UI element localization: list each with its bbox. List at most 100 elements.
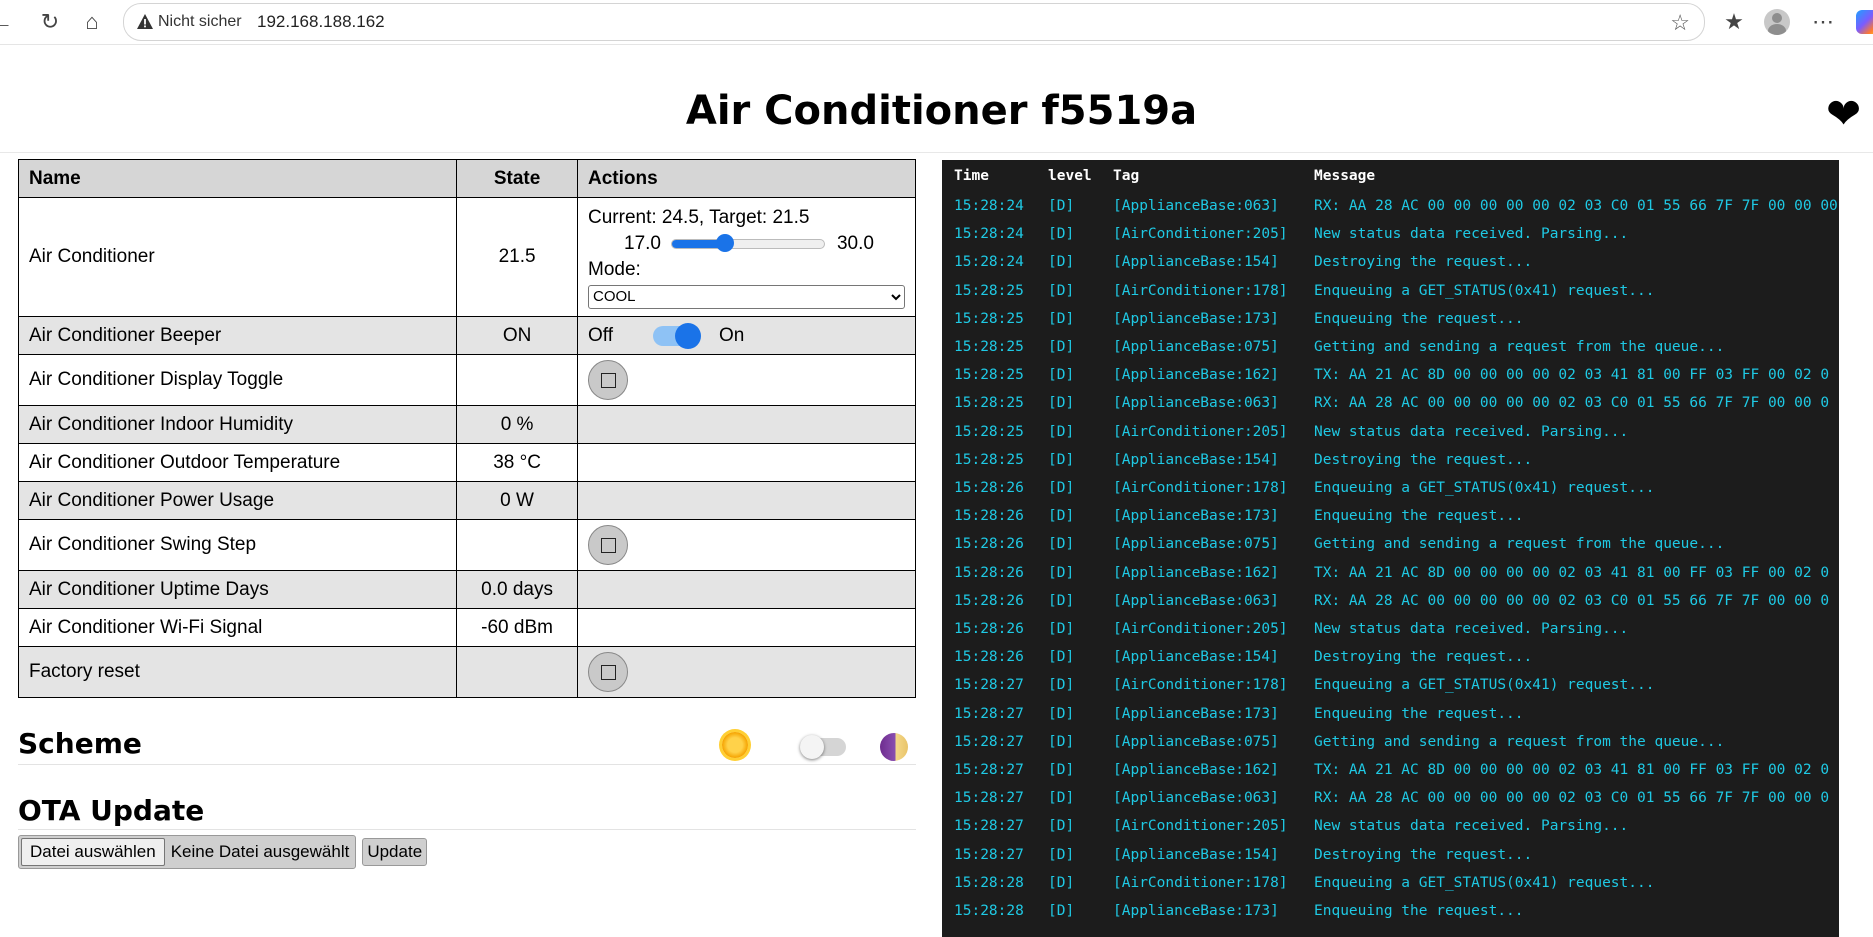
log-time: 15:28:25 [954,367,1024,384]
log-level: [D] [1048,649,1075,666]
log-level: [D] [1048,395,1075,412]
log-tag: [ApplianceBase:154] [1113,254,1279,271]
log-level: [D] [1048,564,1075,581]
swing-actions [577,519,916,571]
entity-table: Name State Actions Air Conditioner 21.5 … [17,159,916,698]
log-row: 15:28:25 [D] [AirConditioner:205] New statu… [942,424,1839,452]
log-time: 15:28:24 [954,254,1024,271]
scheme-heading: Scheme [18,727,142,760]
entity-state [456,354,578,406]
log-level: [D] [1048,705,1075,722]
log-tag: [ApplianceBase:063] [1113,790,1279,807]
log-message: RX: AA 28 AC 00 00 00 00 00 02 03 C0 01 … [1314,198,1838,214]
slider-thumb[interactable] [715,234,734,252]
climate-actions: Current: 24.5, Target: 21.5 17.0 30.0 Mo… [577,197,916,317]
log-panel[interactable]: Time level Tag Message 15:28:24 [D] [Appli… [942,160,1839,937]
log-time: 15:28:25 [954,339,1024,355]
entity-state [456,646,578,698]
table-row-humidity: Air Conditioner Indoor Humidity 0 % [17,405,916,444]
log-tag: [AirConditioner:178] [1113,677,1288,694]
log-level: [D] [1048,480,1075,496]
log-row: 15:28:26 [D] [ApplianceBase:075] Getting an… [942,536,1839,564]
table-row-swing: Air Conditioner Swing Step [17,519,916,571]
log-row: 15:28:28 [D] [ApplianceBase:173] Enqueuing … [942,903,1839,931]
log-tag: [ApplianceBase:075] [1113,339,1279,355]
entity-name: Air Conditioner Display Toggle [17,354,458,406]
table-header-row: Name State Actions [17,159,916,198]
entity-state: 0.0 days [456,570,578,609]
entity-state: 38 °C [456,443,578,482]
empty-actions [577,570,916,609]
empty-actions [577,405,916,444]
log-tag: [AirConditioner:205] [1113,818,1288,835]
ota-heading: OTA Update [18,794,205,827]
log-level: [D] [1048,254,1075,271]
log-row: 15:28:27 [D] [AirConditioner:178] Enqueuing… [942,677,1839,705]
press-icon [600,372,616,388]
log-time: 15:28:25 [954,310,1024,327]
home-icon[interactable]: ⌂ [78,8,106,36]
log-time: 15:28:26 [954,536,1024,553]
profile-icon[interactable] [1764,9,1790,35]
display-toggle-press-button[interactable] [588,360,628,400]
log-tag: [ApplianceBase:162] [1113,367,1279,384]
entity-state: 0 % [456,405,578,444]
log-level: [D] [1048,592,1075,609]
log-message: RX: AA 28 AC 00 00 00 00 00 02 03 C0 01 … [1314,790,1830,807]
toggle-knob[interactable] [675,322,701,349]
more-icon[interactable]: ⋯ [1808,8,1838,36]
toggle-off-label: Off [588,324,613,346]
log-level: [D] [1048,874,1075,891]
entity-state: 21.5 [456,197,578,317]
update-button[interactable]: Update [362,838,428,866]
log-header-message: Message [1314,168,1376,184]
copilot-icon[interactable] [1856,10,1873,34]
log-row: 15:28:27 [D] [ApplianceBase:173] Enqueuing … [942,706,1839,734]
mode-select[interactable]: COOL [588,284,905,309]
url-text[interactable]: 192.168.188.162 [257,12,385,32]
favorite-star-icon[interactable]: ☆ [1670,10,1690,36]
file-input[interactable]: Datei auswählen Keine Datei ausgewählt [18,835,357,869]
table-row-outdoor-temp: Air Conditioner Outdoor Temperature 38 °… [17,443,916,482]
toggle-knob[interactable] [800,735,824,759]
factory-reset-press-button[interactable] [588,652,628,692]
address-bar[interactable]: Nicht sicher 192.168.188.162 ☆ [123,3,1705,41]
entity-state: -60 dBm [456,608,578,647]
target-slider-row: 17.0 30.0 [588,231,905,257]
scheme-toggle[interactable] [800,735,846,759]
log-message: TX: AA 21 AC 8D 00 00 00 00 02 03 41 81 … [1314,762,1830,778]
log-message: New status data received. Parsing... [1314,423,1629,440]
beeper-toggle[interactable] [653,322,701,349]
refresh-icon[interactable]: ↻ [36,8,64,36]
log-row: 15:28:25 [D] [AirConditioner:178] Enqueuing… [942,283,1839,311]
log-row: 15:28:27 [D] [ApplianceBase:075] Getting an… [942,734,1839,762]
security-label[interactable]: Nicht sicher [158,13,242,31]
log-message: New status data received. Parsing... [1314,621,1629,637]
log-level: [D] [1048,310,1075,327]
entity-name: Air Conditioner Beeper [17,316,458,355]
log-time: 15:28:26 [954,649,1024,666]
swing-step-press-button[interactable] [588,525,628,565]
log-message: RX: AA 28 AC 00 00 00 00 00 02 03 C0 01 … [1314,395,1830,412]
log-message: Enqueuing the request... [1314,310,1524,327]
log-time: 15:28:25 [954,282,1024,299]
entity-state: 0 W [456,481,578,520]
back-icon[interactable]: ← [0,8,16,36]
log-message: Enqueuing a GET_STATUS(0x41) request... [1314,874,1655,891]
log-tag: [ApplianceBase:063] [1113,198,1279,214]
log-time: 15:28:27 [954,733,1024,750]
log-time: 15:28:27 [954,677,1024,694]
log-message: Enqueuing a GET_STATUS(0x41) request... [1314,282,1655,299]
choose-file-button[interactable]: Datei auswählen [21,838,165,866]
slider-max-label: 30.0 [836,233,874,254]
empty-actions [577,443,916,482]
favorites-icon[interactable]: ★ [1719,8,1749,36]
log-level: [D] [1048,339,1075,355]
log-level: [D] [1048,790,1075,807]
log-time: 15:28:25 [954,395,1024,412]
factory-reset-actions [577,646,916,698]
target-temperature-slider[interactable] [670,234,825,252]
log-tag: [ApplianceBase:075] [1113,733,1279,750]
heart-icon[interactable]: ❤ [1826,93,1861,135]
log-tag: [ApplianceBase:075] [1113,536,1279,553]
